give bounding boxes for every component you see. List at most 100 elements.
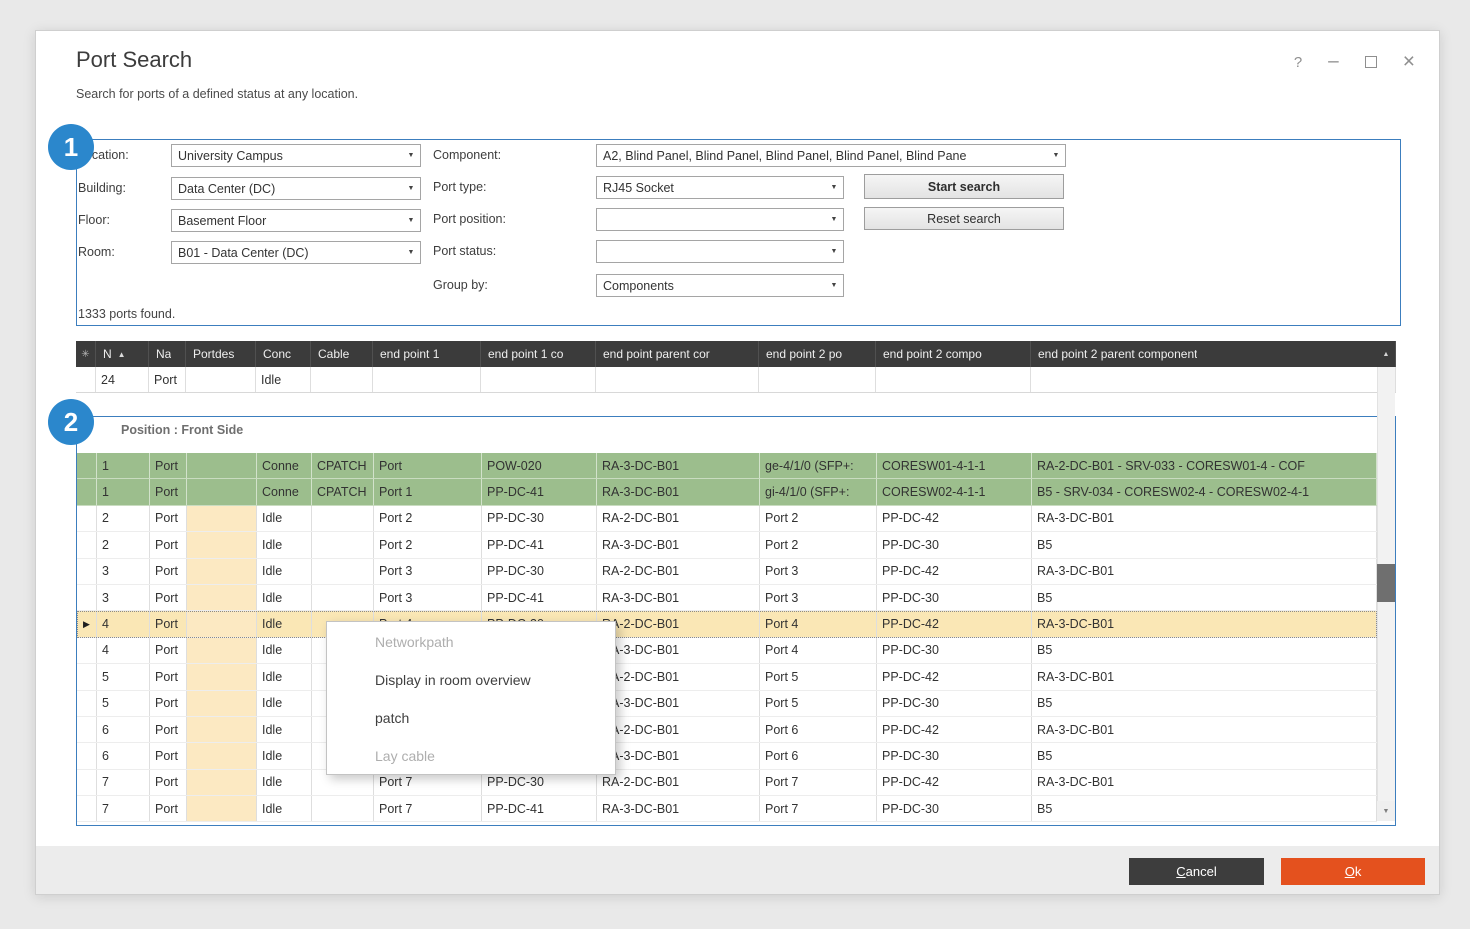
chevron-down-icon[interactable]: ▼ <box>402 185 420 192</box>
column-header-ep2p[interactable]: end point 2 parent component <box>1031 341 1396 367</box>
sort-asc-icon: ▲ <box>118 350 126 359</box>
cell-portdes <box>187 506 257 531</box>
cell-ep1p: RA-2-DC-B01 <box>597 770 760 795</box>
port-status-combobox[interactable]: ▼ <box>596 240 844 263</box>
table-row[interactable]: 7PortIdlePort 7PP-DC-41RA-3-DC-B01Port 7… <box>77 796 1377 822</box>
column-header-n[interactable]: N▲ <box>96 341 149 367</box>
ok-button[interactable]: Ok <box>1281 858 1425 885</box>
column-header-portdes[interactable]: Portdes <box>186 341 256 367</box>
table-row[interactable]: 2PortIdlePort 2PP-DC-30RA-2-DC-B01Port 2… <box>77 506 1377 532</box>
minimize-icon[interactable]: – <box>1328 51 1339 73</box>
row-marker-cell <box>77 743 97 768</box>
cell-ep2p: RA-3-DC-B01 <box>1032 559 1377 584</box>
cell-portdes <box>186 367 256 392</box>
chevron-down-icon[interactable]: ▼ <box>825 248 843 255</box>
column-header-na[interactable]: Na <box>149 341 186 367</box>
building-combobox[interactable]: Data Center (DC) ▼ <box>171 177 421 200</box>
table-row[interactable]: 24PortIdle <box>76 367 1396 393</box>
chevron-down-icon[interactable]: ▼ <box>402 217 420 224</box>
cell-n: 2 <box>97 532 150 557</box>
room-label: Room: <box>78 245 115 259</box>
table-row[interactable]: 5PortIdlePort 5PP-DC-41RA-3-DC-B01Port 5… <box>77 691 1377 717</box>
cell-na: Port <box>150 611 187 636</box>
cell-conc: Idle <box>257 717 312 742</box>
row-marker-cell <box>76 367 96 392</box>
cell-na: Port <box>150 796 187 821</box>
chevron-down-icon[interactable]: ▼ <box>1047 152 1065 159</box>
table-row[interactable]: 6PortIdlePort 6PP-DC-30RA-2-DC-B01Port 6… <box>77 717 1377 743</box>
cell-conc: Idle <box>257 506 312 531</box>
table-row[interactable]: 2PortIdlePort 2PP-DC-41RA-3-DC-B01Port 2… <box>77 532 1377 558</box>
cell-n: 7 <box>97 796 150 821</box>
table-row[interactable]: 3PortIdlePort 3PP-DC-41RA-3-DC-B01Port 3… <box>77 585 1377 611</box>
chevron-down-icon[interactable]: ▼ <box>402 249 420 256</box>
cell-ep1: Port 3 <box>374 585 482 610</box>
floor-combobox[interactable]: Basement Floor ▼ <box>171 209 421 232</box>
floor-label: Floor: <box>78 213 110 227</box>
cell-ep2p: RA-3-DC-B01 <box>1032 611 1377 636</box>
column-header-ep1[interactable]: end point 1 <box>373 341 481 367</box>
cell-ep2p <box>1031 367 1396 392</box>
cell-ep2: Port 2 <box>760 506 877 531</box>
location-combobox[interactable]: University Campus ▼ <box>171 144 421 167</box>
chevron-down-icon[interactable]: ▼ <box>402 152 420 159</box>
table-row[interactable]: 5PortIdlePort 5PP-DC-30RA-2-DC-B01Port 5… <box>77 664 1377 690</box>
table-row[interactable]: 1PortConneCPATCHPort 1PP-DC-41RA-3-DC-B0… <box>77 479 1377 505</box>
annotation-badge-1: 1 <box>48 124 94 170</box>
table-row[interactable]: ▶4PortIdlePort 4PP-DC-30RA-2-DC-B01Port … <box>77 611 1377 637</box>
table-row[interactable]: 7PortIdlePort 7PP-DC-30RA-2-DC-B01Port 7… <box>77 770 1377 796</box>
cell-ep2c: PP-DC-30 <box>877 585 1032 610</box>
table-row[interactable]: 6PortIdlePort 6PP-DC-41RA-3-DC-B01Port 6… <box>77 743 1377 769</box>
group-by-combobox[interactable]: Components ▼ <box>596 274 844 297</box>
table-row[interactable]: 4PortIdlePort 4PP-DC-41RA-3-DC-B01Port 4… <box>77 638 1377 664</box>
scroll-down-button[interactable]: ▼ <box>1377 801 1395 821</box>
cell-cable <box>312 796 374 821</box>
column-header-ep1c[interactable]: end point 1 co <box>481 341 596 367</box>
cell-ep1p: RA-2-DC-B01 <box>597 664 760 689</box>
scroll-up-button[interactable]: ▲ <box>1377 341 1395 367</box>
column-header-ep2[interactable]: end point 2 po <box>759 341 876 367</box>
row-marker-cell <box>77 638 97 663</box>
start-search-button[interactable]: Start search <box>864 174 1064 199</box>
results-header: ✳N▲NaPortdesConcCableend point 1end poin… <box>76 341 1396 367</box>
chevron-down-icon[interactable]: ▼ <box>825 184 843 191</box>
cancel-button[interactable]: Cancel <box>1129 858 1264 885</box>
cell-ep2p: RA-2-DC-B01 - SRV-033 - CORESW01-4 - COF <box>1032 453 1377 478</box>
maximize-icon[interactable] <box>1365 56 1377 68</box>
scrollbar-thumb[interactable] <box>1377 564 1395 602</box>
cell-ep1p: RA-3-DC-B01 <box>597 691 760 716</box>
group-by-value: Components <box>597 279 825 293</box>
column-header-conc[interactable]: Conc <box>256 341 311 367</box>
chevron-down-icon[interactable]: ▼ <box>825 216 843 223</box>
columns-settings-icon[interactable]: ✳ <box>76 341 96 367</box>
column-header-ep2c[interactable]: end point 2 compo <box>876 341 1031 367</box>
close-icon[interactable]: × <box>1403 50 1415 74</box>
cell-ep1c: PP-DC-41 <box>482 585 597 610</box>
cell-ep2: Port 4 <box>760 638 877 663</box>
column-label: Portdes <box>193 347 234 361</box>
help-icon[interactable]: ? <box>1294 54 1302 71</box>
cell-portdes <box>187 532 257 557</box>
cell-ep2c <box>876 367 1031 392</box>
cell-portdes <box>187 638 257 663</box>
table-row[interactable]: 1PortConneCPATCHPortPOW-020RA-3-DC-B01ge… <box>77 453 1377 479</box>
search-criteria-panel <box>76 139 1401 326</box>
column-label: Cable <box>318 347 349 361</box>
cell-ep1c: PP-DC-41 <box>482 796 597 821</box>
menu-item-patch[interactable]: patch <box>327 699 615 737</box>
reset-search-button[interactable]: Reset search <box>864 207 1064 230</box>
cell-cable <box>312 532 374 557</box>
menu-item-display-in-room-overview[interactable]: Display in room overview <box>327 661 615 699</box>
chevron-down-icon[interactable]: ▼ <box>825 282 843 289</box>
cell-ep2c: PP-DC-42 <box>877 559 1032 584</box>
port-position-combobox[interactable]: ▼ <box>596 208 844 231</box>
cell-ep1: Port 3 <box>374 559 482 584</box>
column-header-cable[interactable]: Cable <box>311 341 373 367</box>
column-header-ep1p[interactable]: end point parent cor <box>596 341 759 367</box>
port-search-window: Port Search Search for ports of a define… <box>35 30 1440 895</box>
component-combobox[interactable]: A2, Blind Panel, Blind Panel, Blind Pane… <box>596 144 1066 167</box>
column-label: end point 2 parent component <box>1038 347 1197 361</box>
room-combobox[interactable]: B01 - Data Center (DC) ▼ <box>171 241 421 264</box>
port-type-combobox[interactable]: RJ45 Socket ▼ <box>596 176 844 199</box>
table-row[interactable]: 3PortIdlePort 3PP-DC-30RA-2-DC-B01Port 3… <box>77 559 1377 585</box>
